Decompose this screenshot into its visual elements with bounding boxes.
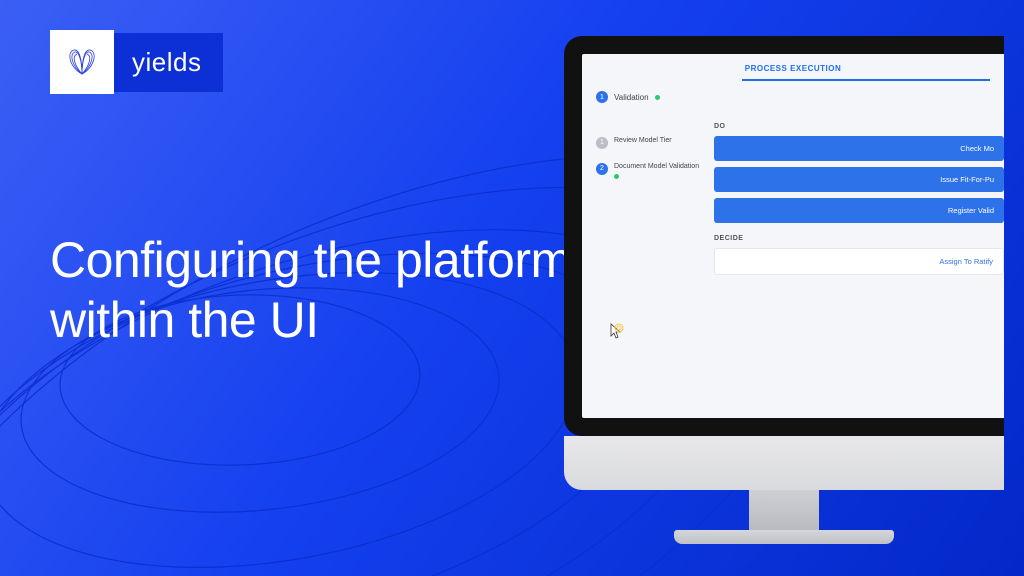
monitor-neck — [749, 490, 819, 530]
monitor-base — [674, 530, 894, 544]
do-action-button[interactable]: Issue Fit-For-Pu — [714, 167, 1004, 192]
breadcrumb-label: Validation — [614, 93, 649, 102]
brand-logo — [50, 30, 114, 94]
tab-process-execution[interactable]: PROCESS EXECUTION — [582, 54, 1004, 79]
slide-background: yields Configuring the platform within t… — [0, 0, 1024, 576]
brand-name: yields — [114, 33, 223, 92]
do-action-button[interactable]: Check Mo — [714, 136, 1004, 161]
status-dot-icon — [655, 95, 660, 100]
do-header: DO — [714, 123, 1004, 130]
step-label: Review Model Tier — [614, 137, 672, 145]
do-action-button[interactable]: Register Valid — [714, 198, 1004, 223]
panel-body: 1 Review Model Tier 2 Document Model Val… — [582, 113, 1004, 275]
app-screen: PROCESS EXECUTION 1 Validation 1 Review … — [582, 54, 1004, 418]
breadcrumb: 1 Validation — [582, 81, 1004, 113]
slide-headline: Configuring the platform within the UI — [50, 230, 590, 350]
step-review-model-tier[interactable]: 1 Review Model Tier — [596, 137, 704, 149]
monitor-chin — [564, 436, 1004, 490]
butterfly-icon — [60, 40, 104, 84]
step-list: 1 Review Model Tier 2 Document Model Val… — [596, 119, 704, 275]
assign-to-ratify-link[interactable]: Assign To Ratify — [714, 248, 1004, 275]
monitor-bezel: PROCESS EXECUTION 1 Validation 1 Review … — [564, 36, 1004, 436]
breadcrumb-step-badge: 1 — [596, 91, 608, 103]
status-dot-icon — [614, 174, 619, 179]
main-column: DO Check Mo Issue Fit-For-Pu Register Va… — [714, 119, 1004, 275]
step-badge: 1 — [596, 137, 608, 149]
step-label: Document Model Validation — [614, 163, 699, 170]
step-document-model-validation[interactable]: 2 Document Model Validation — [596, 163, 704, 183]
decide-header: DECIDE — [714, 235, 1004, 242]
step-badge: 2 — [596, 163, 608, 175]
brand-block: yields — [50, 30, 223, 94]
monitor-mockup: PROCESS EXECUTION 1 Validation 1 Review … — [564, 36, 1024, 576]
cursor-icon — [608, 322, 626, 343]
